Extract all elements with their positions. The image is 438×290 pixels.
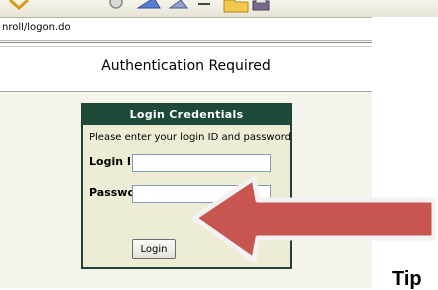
annotation-arrow [191,176,436,263]
login-panel-header: Login Credentials [83,105,290,125]
browser-toolbar [0,0,438,17]
login-instructions: Please enter your login ID and password [89,132,291,143]
print-icon[interactable] [250,0,272,14]
dash-icon[interactable] [196,0,212,14]
annotation-arrow-shape [191,176,436,263]
favorites-icon[interactable] [136,0,162,14]
page-title: Authentication Required [101,58,271,74]
toolbar-separator [0,42,372,47]
address-url[interactable]: nroll/logon.do [2,22,71,33]
refresh-icon[interactable] [106,0,126,14]
folder-icon[interactable] [222,0,250,14]
history-icon[interactable] [167,0,193,14]
tip-heading: Tip [392,268,422,290]
address-bar-extension [372,17,438,41]
back-arrow-icon[interactable] [6,0,32,14]
login-id-input[interactable] [132,154,271,172]
address-bar[interactable]: nroll/logon.do [0,17,372,41]
